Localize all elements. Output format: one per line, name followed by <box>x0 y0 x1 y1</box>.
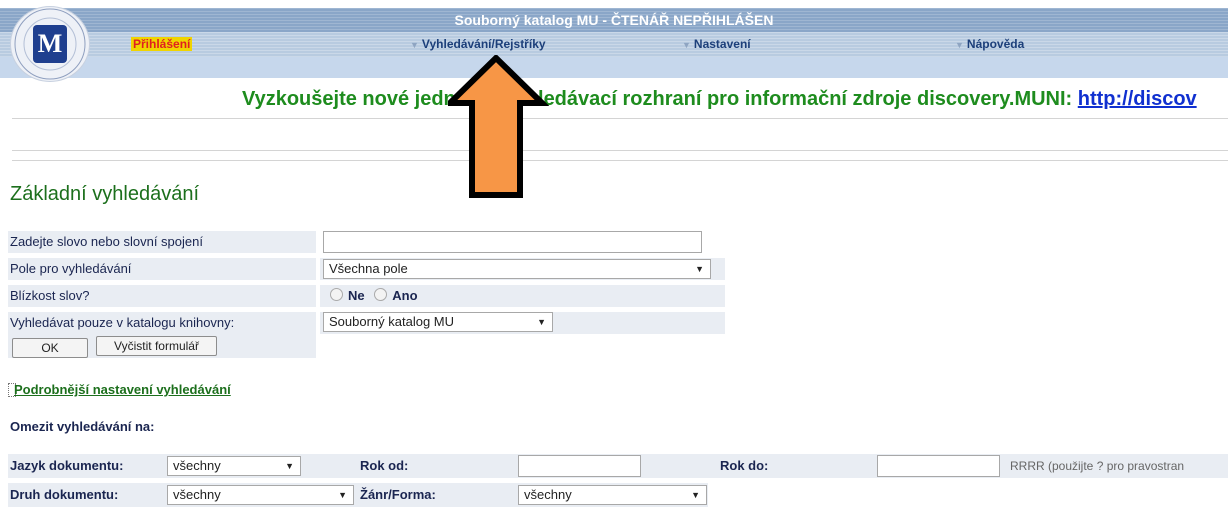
catalog-select[interactable]: Souborný katalog MU ▼ <box>323 312 553 332</box>
year-to-input[interactable] <box>877 455 1000 477</box>
section-title: Základní vyhledávání <box>10 183 200 205</box>
university-logo[interactable]: M <box>10 6 90 82</box>
radio-ano[interactable] <box>374 288 388 301</box>
advanced-settings-link[interactable]: Podrobnější nastavení vyhledávání <box>14 382 231 397</box>
genre-label: Žánr/Forma: <box>360 487 436 502</box>
discovery-link[interactable]: http://discov <box>1078 88 1197 110</box>
banner-text: Vyzkoušejte nové jednotné vyhledávací ro… <box>242 88 1078 110</box>
proximity-label: Blízkost slov? <box>8 285 316 307</box>
dropdown-arrow-icon: ▼ <box>691 490 700 500</box>
limit-row-1: Jazyk dokumentu: všechny ▼ Rok od: Rok d… <box>8 454 1228 478</box>
divider <box>12 160 1228 161</box>
menu-settings[interactable]: ▼ Nastavení <box>682 37 751 51</box>
catalog-label: Vyhledávat pouze v katalogu knihovny: <box>8 312 316 334</box>
catalog-select-value: Souborný katalog MU <box>329 314 455 329</box>
doctype-select-value: všechny <box>173 487 221 502</box>
menu-settings-label: Nastavení <box>693 37 751 51</box>
menu-search-label: Vyhledávání/Rejstříky <box>421 37 546 51</box>
radio-ne-label: Ne <box>348 288 365 303</box>
divider <box>12 118 1228 119</box>
language-select[interactable]: všechny ▼ <box>167 456 301 476</box>
menu-help-label: Nápověda <box>966 37 1025 51</box>
field-label: Pole pro vyhledávání <box>8 258 316 280</box>
limit-row-2: Druh dokumentu: všechny ▼ Žánr/Forma: vš… <box>8 483 708 507</box>
clear-form-button[interactable]: Vyčistit formulář <box>96 336 217 356</box>
menu-subbar <box>0 57 1228 78</box>
ok-button[interactable]: OK <box>12 338 88 358</box>
menu-help[interactable]: ▼ Nápověda <box>955 37 1024 51</box>
proximity-options: Ne Ano <box>330 288 424 303</box>
triangle-down-icon: ▼ <box>955 40 964 50</box>
limit-label: Omezit vyhledávání na: <box>10 419 155 434</box>
dropdown-arrow-icon: ▼ <box>338 490 347 500</box>
year-hint: RRRR (použijte ? pro pravostran <box>1010 459 1185 473</box>
query-input[interactable] <box>323 231 702 253</box>
language-label: Jazyk dokumentu: <box>10 458 124 473</box>
language-select-value: všechny <box>173 458 221 473</box>
triangle-down-icon: ▼ <box>410 40 419 50</box>
discovery-banner: Vyzkoušejte nové jednotné vyhledávací ro… <box>242 88 1197 111</box>
year-from-input[interactable] <box>518 455 641 477</box>
radio-ne[interactable] <box>330 288 343 301</box>
divider <box>12 150 1228 151</box>
page-title: Souborný katalog MU - ČTENÁŘ NEPŘIHLÁŠEN <box>454 12 774 28</box>
header: Souborný katalog MU - ČTENÁŘ NEPŘIHLÁŠEN… <box>0 0 1228 84</box>
menu-search[interactable]: ▼ Vyhledávání/Rejstříky <box>410 37 546 51</box>
field-select-value: Všechna pole <box>329 261 408 276</box>
menu-login[interactable]: Přihlášení <box>131 37 193 51</box>
genre-select[interactable]: všechny ▼ <box>518 485 707 505</box>
dropdown-arrow-icon: ▼ <box>695 264 704 274</box>
year-from-label: Rok od: <box>360 458 409 473</box>
annotation-arrow-icon <box>448 55 550 198</box>
dropdown-arrow-icon: ▼ <box>285 461 294 471</box>
year-to-label: Rok do: <box>720 458 769 473</box>
radio-ano-label: Ano <box>392 288 418 303</box>
genre-select-value: všechny <box>524 487 572 502</box>
query-label: Zadejte slovo nebo slovní spojení <box>8 231 316 253</box>
doctype-label: Druh dokumentu: <box>10 487 119 502</box>
dropdown-arrow-icon: ▼ <box>537 317 546 327</box>
logo-m-icon: M <box>33 25 67 63</box>
triangle-down-icon: ▼ <box>682 40 691 50</box>
doctype-select[interactable]: všechny ▼ <box>167 485 354 505</box>
field-select[interactable]: Všechna pole ▼ <box>323 259 711 279</box>
